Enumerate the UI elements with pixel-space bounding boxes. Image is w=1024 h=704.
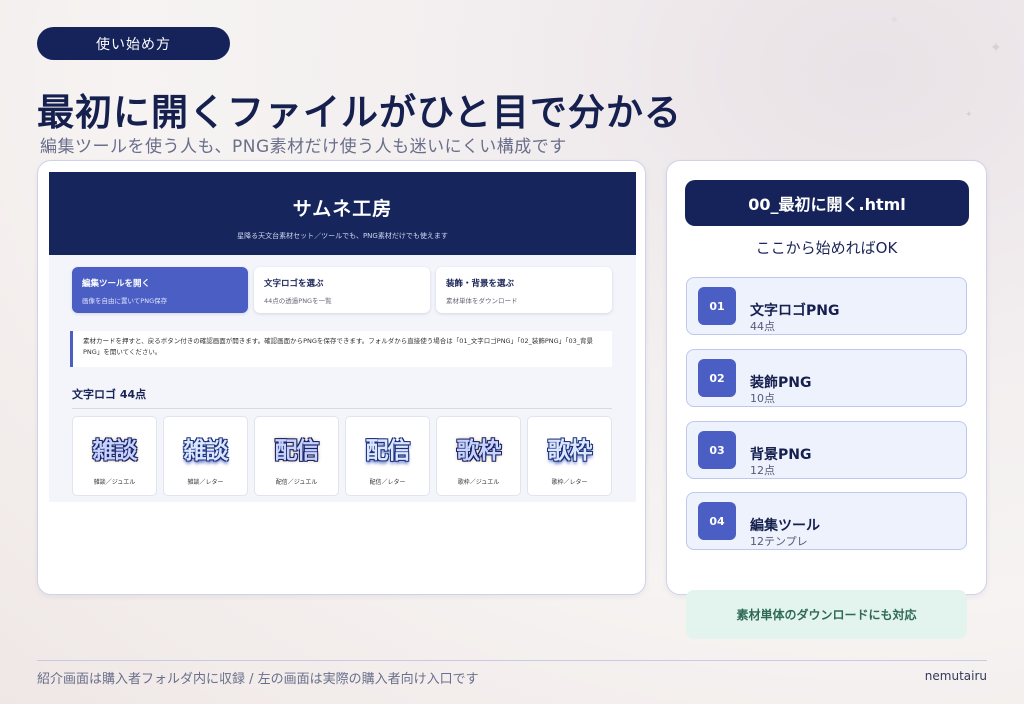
sparkle-icon: ✧ xyxy=(890,15,899,26)
step-count: 10点 xyxy=(750,392,775,405)
logo-card[interactable]: 配信 配信／ジュエル xyxy=(254,416,339,496)
start-text: ここから始めればOK xyxy=(755,239,898,257)
preview-header: サムネ工房 星降る天文台素材セット／ツールでも、PNG素材だけでも使えます xyxy=(49,172,636,255)
tab-title: 文字ロゴを選ぶ xyxy=(264,279,324,289)
logo-image: 雑談 xyxy=(92,437,138,464)
logo-image: 配信 xyxy=(365,437,411,464)
info-note: 素材カードを押すと、戻るボタン付きの確認画面が開きます。確認画面からPNGを保存… xyxy=(70,331,612,367)
sparkle-icon: ✦ xyxy=(965,110,973,120)
logo-grid: 雑談 雑談／ジュエル 雑談 雑談／レター 配信 配信／ジュエル 配信 配信／レタ… xyxy=(72,416,612,496)
step-item: 02 装飾PNG 10点 xyxy=(686,349,967,407)
step-number: 03 xyxy=(698,431,736,469)
step-item: 03 背景PNG 12点 xyxy=(686,421,967,479)
preview-tabs: 編集ツールを開く 画像を自由に置いてPNG保存 文字ロゴを選ぶ 44点の透過PN… xyxy=(72,267,612,313)
preview-subtitle: 星降る天文台素材セット／ツールでも、PNG素材だけでも使えます xyxy=(237,232,448,240)
sparkle-icon: ✦ xyxy=(990,40,1002,56)
logo-card[interactable]: 配信 配信／レター xyxy=(345,416,430,496)
logo-label: 雑談／ジュエル xyxy=(93,479,136,486)
step-title: 文字ロゴPNG xyxy=(750,303,840,319)
tab-open-editor[interactable]: 編集ツールを開く 画像を自由に置いてPNG保存 xyxy=(72,267,248,313)
step-title: 編集ツール xyxy=(750,518,820,534)
section-title: 文字ロゴ 44点 xyxy=(72,386,612,409)
step-count: 12点 xyxy=(750,464,775,477)
logo-image: 歌枠 xyxy=(456,437,502,464)
tab-desc: 素材単体をダウンロード xyxy=(446,297,518,305)
logo-label: 歌枠／レター xyxy=(551,479,588,486)
tab-title: 装飾・背景を選ぶ xyxy=(446,279,515,289)
subline: 編集ツールを使う人も、PNG素材だけ使う人も迷いにくい構成です xyxy=(40,137,567,157)
step-item: 04 編集ツール 12テンプレ xyxy=(686,492,967,550)
tab-choose-logo[interactable]: 文字ロゴを選ぶ 44点の透過PNGを一覧 xyxy=(254,267,430,313)
logo-card[interactable]: 雑談 雑談／レター xyxy=(163,416,248,496)
step-count: 12テンプレ xyxy=(750,535,808,548)
section-pill: 使い始め方 xyxy=(37,27,230,60)
start-file-name: 00_最初に開く.html xyxy=(685,180,969,226)
tab-desc: 44点の透過PNGを一覧 xyxy=(264,297,332,305)
preview-title: サムネ工房 xyxy=(292,198,393,220)
tab-title: 編集ツールを開く xyxy=(82,279,151,289)
tab-desc: 画像を自由に置いてPNG保存 xyxy=(82,297,168,305)
preview-card: サムネ工房 星降る天文台素材セット／ツールでも、PNG素材だけでも使えます 編集… xyxy=(37,160,646,595)
logo-label: 雑談／レター xyxy=(187,479,224,486)
guide-card: 00_最初に開く.html ここから始めればOK 01 文字ロゴPNG 44点 … xyxy=(666,160,987,595)
logo-label: 配信／レター xyxy=(369,479,406,486)
headline: 最初に開くファイルがひと目で分かる xyxy=(37,91,682,134)
step-item: 01 文字ロゴPNG 44点 xyxy=(686,277,967,335)
logo-image: 配信 xyxy=(274,437,320,464)
logo-label: 歌枠／ジュエル xyxy=(457,479,500,486)
step-title: 装飾PNG xyxy=(750,375,812,391)
step-title: 背景PNG xyxy=(750,447,812,463)
download-support-badge: 素材単体のダウンロードにも対応 xyxy=(686,590,967,639)
step-number: 01 xyxy=(698,287,736,325)
logo-card[interactable]: 歌枠 歌枠／レター xyxy=(527,416,612,496)
step-number: 02 xyxy=(698,359,736,397)
author-name: nemutairu xyxy=(924,669,987,683)
logo-label: 配信／ジュエル xyxy=(275,479,318,486)
tab-choose-decor[interactable]: 装飾・背景を選ぶ 素材単体をダウンロード xyxy=(436,267,612,313)
step-number: 04 xyxy=(698,502,736,540)
logo-image: 歌枠 xyxy=(547,437,593,464)
logo-card[interactable]: 歌枠 歌枠／ジュエル xyxy=(436,416,521,496)
logo-card[interactable]: 雑談 雑談／ジュエル xyxy=(72,416,157,496)
footer-divider xyxy=(37,660,987,661)
logo-image: 雑談 xyxy=(183,437,229,464)
step-count: 44点 xyxy=(750,320,775,333)
footer-note: 紹介画面は購入者フォルダ内に収録 / 左の画面は実際の購入者向け入口です xyxy=(37,672,479,687)
preview-screen: サムネ工房 星降る天文台素材セット／ツールでも、PNG素材だけでも使えます 編集… xyxy=(49,172,636,502)
